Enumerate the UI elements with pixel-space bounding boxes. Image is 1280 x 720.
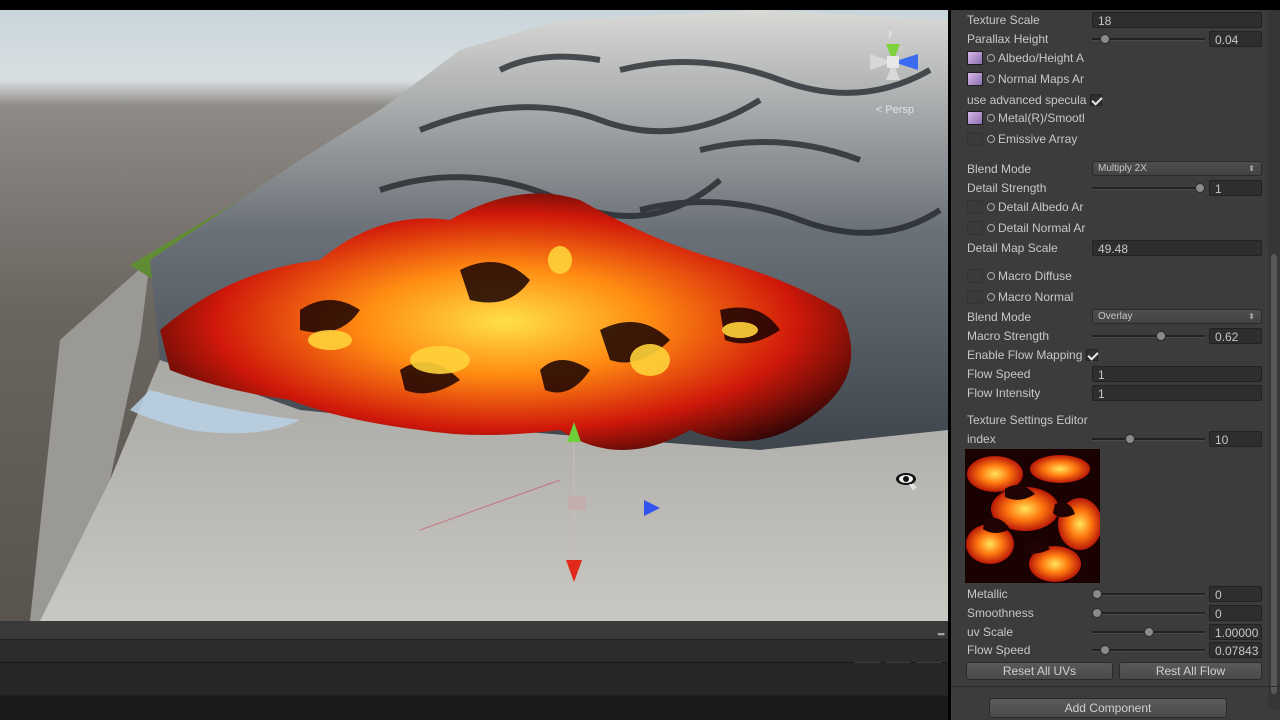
detail-normal-field[interactable]: Detail Normal Ar (987, 219, 1085, 237)
inspector-panel: Texture Scale 18 Parallax Height 0.04 Al… (951, 10, 1280, 720)
status-bar (0, 696, 948, 720)
normal-texture-thumb[interactable] (967, 72, 983, 86)
detail-albedo-thumb[interactable] (967, 200, 983, 214)
eye-icon[interactable] (894, 470, 918, 494)
flow-speed-label: Flow Speed (967, 367, 1031, 381)
object-picker-icon[interactable] (987, 75, 995, 83)
blend-mode-label: Blend Mode (967, 162, 1032, 176)
scrollbar-thumb[interactable] (1271, 254, 1277, 694)
flow-speed-2-field[interactable]: 0.07843 (1209, 642, 1262, 658)
uv-scale-slider[interactable] (1092, 623, 1205, 641)
texture-scale-label: Texture Scale (967, 13, 1040, 27)
detail-albedo-field[interactable]: Detail Albedo Ar (987, 198, 1083, 216)
macro-diffuse-thumb[interactable] (967, 269, 983, 283)
dropdown-arrow-icon: ⬍ (1248, 164, 1255, 173)
slider-knob[interactable] (1124, 434, 1135, 444)
blend-mode-2-dropdown[interactable]: Overlay ⬍ (1092, 309, 1262, 324)
panel-menu-icon[interactable]: ▪▪▪ (937, 629, 945, 639)
metallic-field[interactable]: 0 (1209, 586, 1262, 602)
flow-speed-2-label: Flow Speed (967, 643, 1031, 657)
divider (951, 686, 1280, 687)
slider-knob[interactable] (1195, 183, 1205, 193)
dropdown-arrow-icon: ⬍ (1248, 312, 1255, 321)
albedo-height-field[interactable]: Albedo/Height A (987, 49, 1084, 67)
console-toolbar: ▪▪▪ (0, 621, 948, 640)
flow-intensity-label: Flow Intensity (967, 386, 1041, 400)
macro-strength-slider[interactable] (1092, 327, 1205, 345)
advanced-specular-checkbox[interactable] (1090, 94, 1103, 106)
metal-smooth-field[interactable]: Metal(R)/Smootl (987, 109, 1085, 127)
object-picker-icon[interactable] (987, 135, 995, 143)
normal-maps-field[interactable]: Normal Maps Ar (987, 70, 1084, 88)
object-picker-icon[interactable] (987, 293, 995, 301)
emissive-array-field[interactable]: Emissive Array (987, 130, 1077, 148)
slider-knob[interactable] (1155, 331, 1166, 341)
texture-scale-field[interactable]: 18 (1092, 12, 1262, 28)
object-picker-icon[interactable] (987, 114, 995, 122)
albedo-texture-thumb[interactable] (967, 51, 983, 65)
macro-diffuse-field[interactable]: Macro Diffuse (987, 267, 1072, 285)
flow-intensity-field[interactable]: 1 (1092, 385, 1262, 401)
detail-strength-label: Detail Strength (967, 181, 1047, 195)
view-mode-label[interactable]: < Persp (876, 104, 914, 116)
flow-speed-field[interactable]: 1 (1092, 366, 1262, 382)
svg-text:y: y (888, 28, 893, 38)
uv-scale-label: uv Scale (967, 625, 1014, 639)
add-component-button[interactable]: Add Component (989, 698, 1227, 718)
parallax-height-label: Parallax Height (967, 32, 1049, 46)
detail-strength-field[interactable]: 1 (1209, 180, 1262, 196)
macro-strength-label: Macro Strength (967, 329, 1050, 343)
detail-map-scale-field[interactable]: 49.48 (1092, 240, 1262, 256)
console-log-area[interactable] (0, 663, 948, 695)
slider-knob[interactable] (1092, 589, 1102, 599)
slider-knob[interactable] (1100, 645, 1111, 655)
texture-settings-heading: Texture Settings Editor (967, 413, 1088, 427)
metal-texture-thumb[interactable] (967, 111, 983, 125)
orientation-gizmo[interactable]: y (858, 24, 928, 114)
reset-all-uvs-button[interactable]: Reset All UVs (966, 662, 1113, 680)
advanced-specular-row[interactable]: use advanced specula (967, 91, 1103, 109)
blend-mode-2-label: Blend Mode (967, 310, 1032, 324)
detail-normal-thumb[interactable] (967, 221, 983, 235)
slider-knob[interactable] (1092, 608, 1102, 618)
macro-normal-thumb[interactable] (967, 290, 983, 304)
inspector-scrollbar[interactable] (1268, 10, 1280, 710)
metallic-label: Metallic (967, 587, 1008, 601)
object-picker-icon[interactable] (987, 203, 995, 211)
lava-texture-preview (965, 449, 1100, 583)
blend-mode-dropdown[interactable]: Multiply 2X ⬍ (1092, 161, 1262, 176)
index-field[interactable]: 10 (1209, 431, 1262, 447)
smoothness-label: Smoothness (967, 606, 1034, 620)
terrain-mesh[interactable] (0, 10, 948, 621)
flow-mapping-row[interactable]: Enable Flow Mapping (967, 346, 1099, 364)
parallax-height-slider[interactable] (1092, 30, 1205, 48)
emissive-texture-thumb[interactable] (967, 132, 983, 146)
object-picker-icon[interactable] (987, 54, 995, 62)
detail-map-scale-label: Detail Map Scale (967, 241, 1058, 255)
flow-mapping-checkbox[interactable] (1086, 349, 1099, 361)
slider-knob[interactable] (1100, 34, 1111, 44)
rest-all-flow-button[interactable]: Rest All Flow (1119, 662, 1262, 680)
console-header: !0 ▲0 !0 (0, 640, 948, 678)
bottom-panel: ▪▪▪ !0 ▲0 !0 (0, 621, 948, 720)
smoothness-field[interactable]: 0 (1209, 605, 1262, 621)
metallic-slider[interactable] (1092, 585, 1205, 603)
detail-strength-slider[interactable] (1092, 179, 1205, 197)
slider-knob[interactable] (1143, 627, 1154, 637)
object-picker-icon[interactable] (987, 224, 995, 232)
scene-view[interactable]: y < Persp (0, 10, 948, 621)
flow-speed-2-slider[interactable] (1092, 641, 1205, 659)
uv-scale-field[interactable]: 1.00000 (1209, 624, 1262, 640)
parallax-height-field[interactable]: 0.04 (1209, 31, 1262, 47)
index-label: index (967, 432, 996, 446)
index-slider[interactable] (1092, 430, 1205, 448)
macro-normal-field[interactable]: Macro Normal (987, 288, 1073, 306)
smoothness-slider[interactable] (1092, 604, 1205, 622)
object-picker-icon[interactable] (987, 272, 995, 280)
macro-strength-field[interactable]: 0.62 (1209, 328, 1262, 344)
